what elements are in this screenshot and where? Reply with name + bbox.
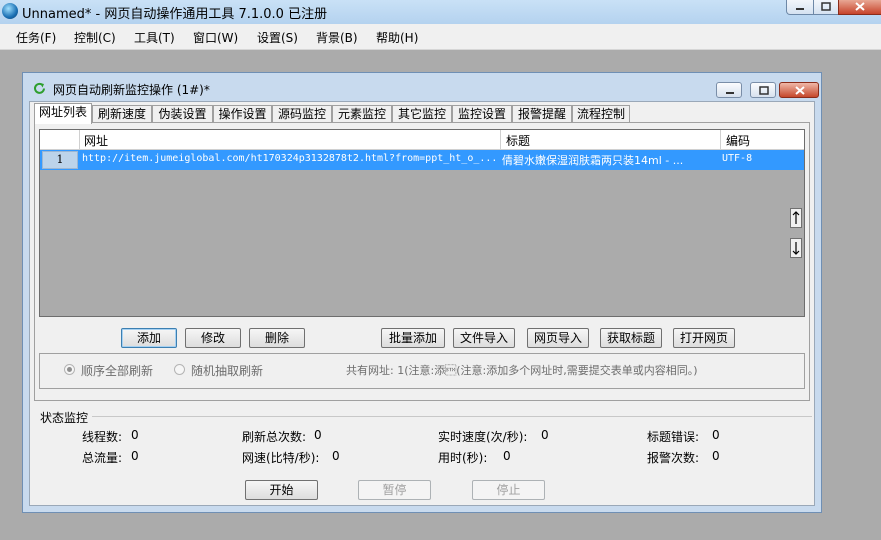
minimize-button[interactable]	[786, 0, 814, 15]
status-monitor-title: 状态监控	[40, 411, 89, 425]
tab-other-monitor[interactable]: 其它监控	[392, 105, 452, 123]
sequential-refresh-label: 顺序全部刷新	[81, 364, 154, 378]
net-speed-value: 0	[332, 449, 340, 463]
tab-monitor-settings[interactable]: 监控设置	[452, 105, 512, 123]
column-separator	[720, 130, 721, 149]
url-grid[interactable]: 网址 标题 编码 1 http://item.jumeiglobal.com/h…	[39, 129, 805, 317]
tab-url-list[interactable]: 网址列表	[34, 103, 92, 124]
tab-flow-control[interactable]: 流程控制	[572, 105, 630, 123]
row-title: 倩碧水嫩保湿润肤霜两只装14ml - ...	[502, 154, 684, 167]
grid-header: 网址 标题 编码	[40, 130, 804, 150]
edit-button[interactable]: 修改	[185, 328, 241, 348]
refresh-icon	[34, 82, 45, 94]
alarms-label: 报警次数:	[647, 451, 700, 465]
minimize-icon	[726, 92, 734, 94]
tab-source-monitor[interactable]: 源码监控	[272, 105, 332, 123]
status-monitor-group: 状态监控 线程数: 0 刷新总次数: 0 实时速度(次/秒): 0 标题错误: …	[30, 409, 814, 505]
menu-window[interactable]: 窗口(W)	[193, 29, 238, 46]
column-header-encoding[interactable]: 编码	[726, 132, 750, 149]
elapsed-value: 0	[503, 449, 511, 463]
traffic-label: 总流量:	[82, 451, 123, 465]
refresh-mode-box: 顺序全部刷新 随机抽取刷新 共有网址: 1(注意:添(注意:添加多个网址时,需…	[39, 353, 805, 389]
stop-button[interactable]: 停止	[472, 480, 545, 500]
menu-control[interactable]: 控制(C)	[74, 29, 116, 46]
tab-alarm-alert[interactable]: 报警提醒	[512, 105, 572, 123]
import-file-button[interactable]: 文件导入	[453, 328, 515, 348]
add-button[interactable]: 添加	[121, 328, 177, 348]
child-restore-button[interactable]	[750, 82, 776, 98]
tab-disguise-settings[interactable]: 伪装设置	[152, 105, 213, 123]
arrow-up-icon	[792, 211, 800, 224]
move-up-button[interactable]	[790, 208, 802, 228]
move-down-button[interactable]	[790, 238, 802, 258]
menu-tools[interactable]: 工具(T)	[134, 29, 175, 46]
maximize-button[interactable]	[813, 0, 839, 15]
net-speed-label: 网速(比特/秒):	[242, 451, 320, 465]
tab-refresh-speed[interactable]: 刷新速度	[92, 105, 152, 123]
tab-operation-settings[interactable]: 操作设置	[213, 105, 272, 123]
elapsed-label: 用时(秒):	[438, 451, 488, 465]
get-title-button[interactable]: 获取标题	[600, 328, 662, 348]
arrow-down-icon	[792, 242, 800, 255]
child-window-title: 网页自动刷新监控操作 (1#)*	[53, 83, 210, 97]
close-icon	[855, 2, 865, 11]
row-url: http://item.jumeiglobal.com/ht170324p313…	[82, 153, 496, 164]
menu-task[interactable]: 任务(F)	[16, 29, 56, 46]
batch-add-button[interactable]: 批量添加	[381, 328, 445, 348]
column-separator	[79, 130, 80, 149]
row-number: 1	[42, 151, 78, 169]
title-errors-label: 标题错误:	[647, 430, 700, 444]
title-errors-value: 0	[712, 428, 720, 442]
child-client-area: 网址列表 刷新速度 伪装设置 操作设置 源码监控 元素监控 其它监控 监控设置 …	[29, 101, 815, 506]
app-title: Unnamed* - 网页自动操作通用工具 7.1.0.0 已注册	[22, 7, 328, 22]
group-divider	[92, 416, 812, 417]
speed-label: 实时速度(次/秒):	[438, 430, 528, 444]
globe-app-icon	[2, 3, 18, 19]
sequential-refresh-radio[interactable]	[64, 364, 75, 375]
random-refresh-label: 随机抽取刷新	[191, 364, 264, 378]
menu-settings[interactable]: 设置(S)	[257, 29, 298, 46]
open-page-button[interactable]: 打开网页	[673, 328, 735, 348]
child-minimize-button[interactable]	[716, 82, 742, 98]
app-titlebar: Unnamed* - 网页自动操作通用工具 7.1.0.0 已注册	[0, 0, 881, 24]
import-web-button[interactable]: 网页导入	[527, 328, 589, 348]
tab-element-monitor[interactable]: 元素监控	[332, 105, 392, 123]
restore-icon	[759, 86, 769, 95]
start-button[interactable]: 开始	[245, 480, 318, 500]
url-count-info: 共有网址: 1(注意:添(注意:添加多个网址时,需要提交表单或内容相同。)	[346, 364, 698, 377]
pause-button[interactable]: 暂停	[358, 480, 431, 500]
total-refresh-label: 刷新总次数:	[242, 430, 307, 444]
maximize-icon	[821, 2, 831, 11]
table-row[interactable]: 1 http://item.jumeiglobal.com/ht170324p3…	[40, 150, 804, 170]
speed-value: 0	[541, 428, 549, 442]
menu-background[interactable]: 背景(B)	[316, 29, 358, 46]
threads-value: 0	[131, 428, 139, 442]
threads-label: 线程数:	[82, 430, 123, 444]
row-encoding: UTF-8	[722, 153, 753, 164]
minimize-icon	[796, 8, 804, 10]
delete-button[interactable]: 删除	[249, 328, 305, 348]
column-header-url[interactable]: 网址	[84, 132, 108, 149]
monitor-child-window: 网页自动刷新监控操作 (1#)* 网址列表 刷新速度 伪装设置 操作设置 源码监…	[22, 72, 822, 513]
alarms-value: 0	[712, 449, 720, 463]
column-separator	[500, 130, 501, 149]
close-button[interactable]	[838, 0, 881, 15]
close-icon	[795, 86, 805, 95]
column-header-title[interactable]: 标题	[506, 132, 530, 149]
traffic-value: 0	[131, 449, 139, 463]
total-refresh-value: 0	[314, 428, 322, 442]
menu-help[interactable]: 帮助(H)	[376, 29, 418, 46]
random-refresh-radio[interactable]	[174, 364, 185, 375]
url-list-panel: 网址 标题 编码 1 http://item.jumeiglobal.com/h…	[34, 122, 810, 401]
child-close-button[interactable]	[779, 82, 819, 98]
menu-bar: 任务(F) 控制(C) 工具(T) 窗口(W) 设置(S) 背景(B) 帮助(H…	[0, 24, 881, 50]
